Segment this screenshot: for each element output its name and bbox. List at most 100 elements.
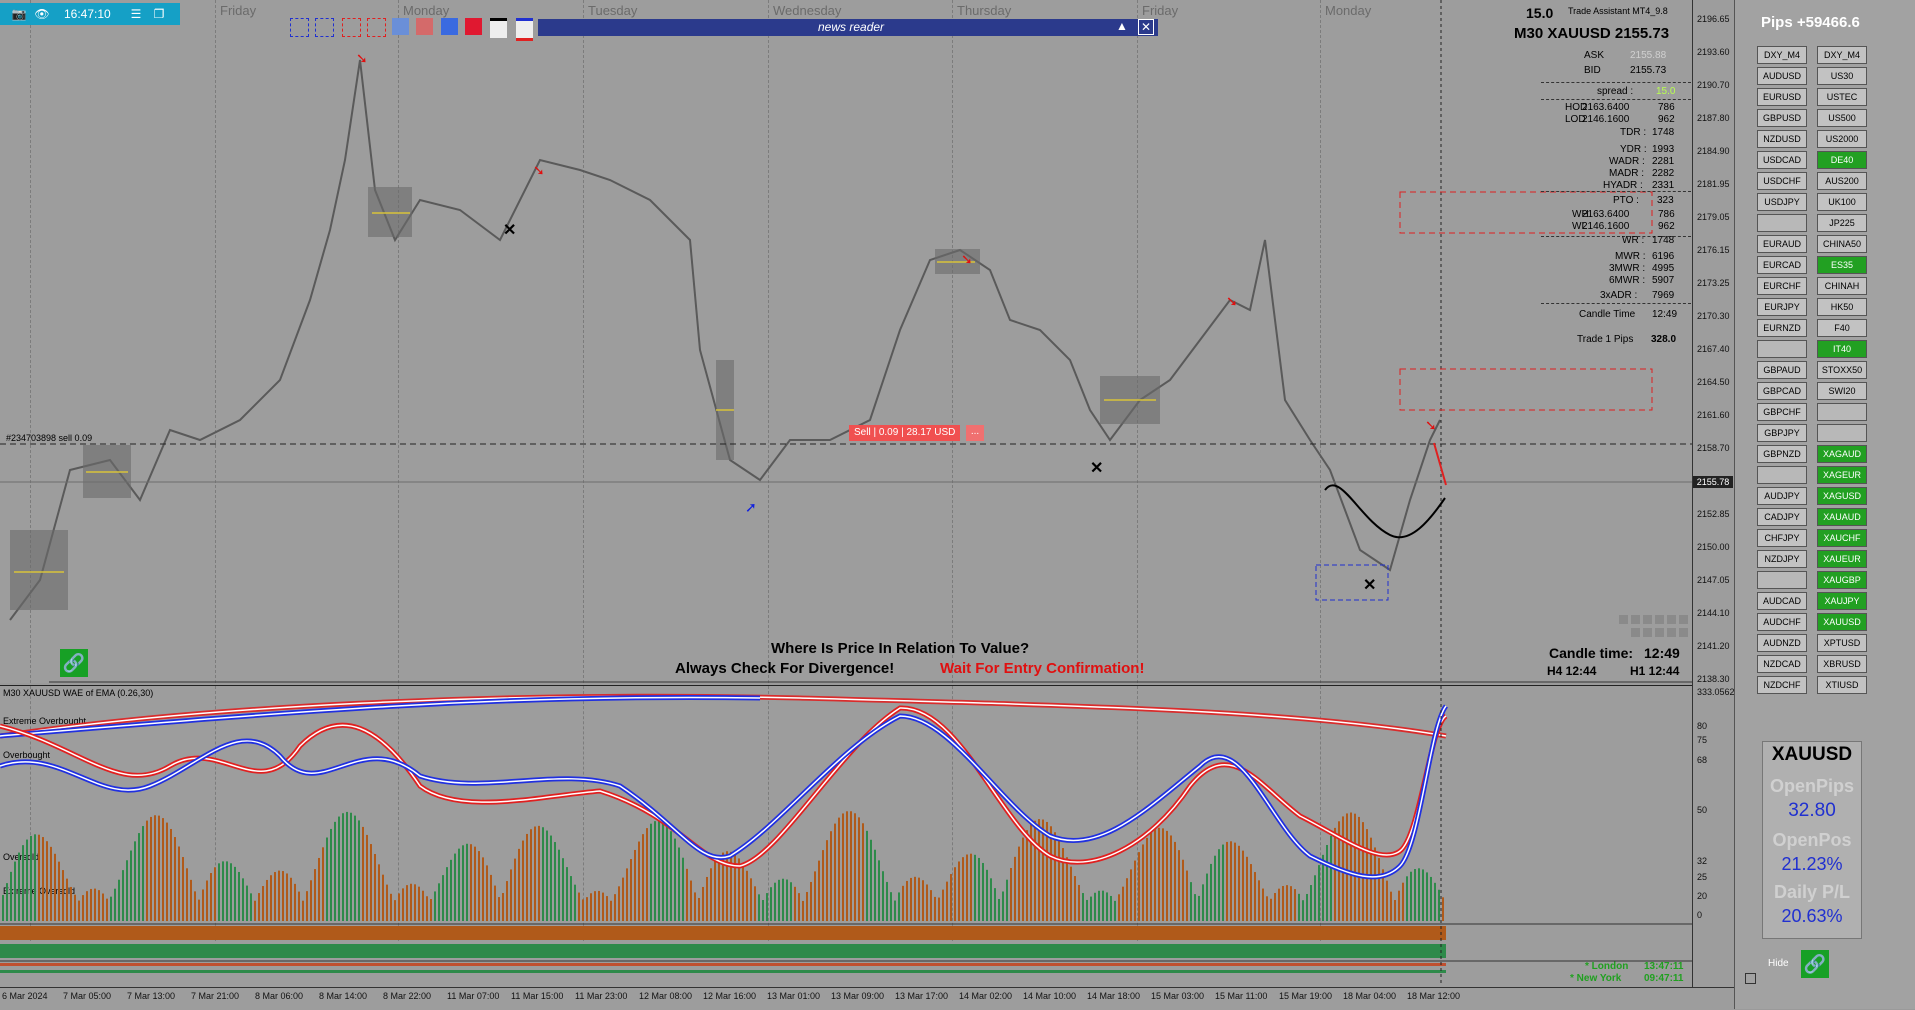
blue-solid-tool[interactable] xyxy=(441,18,458,35)
histogram-bar xyxy=(902,885,904,921)
histogram-bar xyxy=(534,826,536,921)
symbol-button[interactable]: SWI20 xyxy=(1817,382,1867,400)
symbol-button[interactable] xyxy=(1817,403,1867,421)
symbol-button[interactable]: NZDJPY xyxy=(1757,550,1807,568)
main-chart[interactable]: Friday Monday Tuesday Wednesday Thursday… xyxy=(0,0,1693,683)
symbol-button[interactable]: GBPUSD xyxy=(1757,109,1807,127)
symbol-button[interactable]: GBPCHF xyxy=(1757,403,1807,421)
order-tag[interactable]: Sell | 0.09 | 28.17 USD xyxy=(849,425,961,441)
symbol-button[interactable]: AUDJPY xyxy=(1757,487,1807,505)
symbol-button[interactable]: GBPJPY xyxy=(1757,424,1807,442)
time-label: 8 Mar 06:00 xyxy=(255,991,304,1001)
symbol-button[interactable]: CHINA50 xyxy=(1817,235,1867,253)
symbol-button[interactable]: AUS200 xyxy=(1817,172,1867,190)
symbol-button[interactable]: AUDUSD xyxy=(1757,67,1807,85)
histogram-bar xyxy=(674,838,676,921)
symbol-button[interactable]: UK100 xyxy=(1817,193,1867,211)
symbol-button[interactable]: XAUAUD xyxy=(1817,508,1867,526)
histogram-bar xyxy=(394,900,396,921)
symbol-button[interactable]: NZDCAD xyxy=(1757,655,1807,673)
symbol-button[interactable]: US2000 xyxy=(1817,130,1867,148)
news-reader-bar[interactable]: news reader ▲ ✕ xyxy=(538,19,1158,36)
symbol-button[interactable]: XAGUSD xyxy=(1817,487,1867,505)
symbol-button[interactable]: USDCAD xyxy=(1757,151,1807,169)
eye-icon[interactable]: 👁 xyxy=(33,6,51,22)
symbol-button[interactable]: AUDNZD xyxy=(1757,634,1807,652)
symbol-button[interactable]: XAUJPY xyxy=(1817,592,1867,610)
symbol-button[interactable]: XAUCHF xyxy=(1817,529,1867,547)
symbol-button[interactable]: EURUSD xyxy=(1757,88,1807,106)
symbol-button[interactable]: GBPAUD xyxy=(1757,361,1807,379)
histogram-bar xyxy=(1022,837,1024,921)
symbol-button[interactable]: XPTUSD xyxy=(1817,634,1867,652)
symbol-button[interactable]: XTIUSD xyxy=(1817,676,1867,694)
red-dash-box-tool[interactable] xyxy=(342,18,361,37)
link-icon[interactable]: 🔗 xyxy=(60,649,88,677)
window-icon[interactable]: ❐ xyxy=(150,6,168,22)
symbol-button[interactable] xyxy=(1817,424,1867,442)
symbol-button[interactable]: AUDCHF xyxy=(1757,613,1807,631)
symbol-button[interactable]: EURNZD xyxy=(1757,319,1807,337)
symbol-button[interactable]: NZDUSD xyxy=(1757,130,1807,148)
symbol-button[interactable]: ES35 xyxy=(1817,256,1867,274)
symbol-button[interactable]: GBPCAD xyxy=(1757,382,1807,400)
symbol-button[interactable]: DXY_M4 xyxy=(1817,46,1867,64)
symbol-button[interactable] xyxy=(1757,214,1807,232)
blue-dash-box-tool[interactable] xyxy=(315,18,334,37)
symbol-button[interactable]: GBPNZD xyxy=(1757,445,1807,463)
symbol-button[interactable]: AUDCAD xyxy=(1757,592,1807,610)
symbol-button[interactable]: CHINAH xyxy=(1817,277,1867,295)
symbol-button[interactable]: US30 xyxy=(1817,67,1867,85)
blue-dash-box-tool[interactable] xyxy=(290,18,309,37)
close-icon[interactable]: ✕ xyxy=(1138,19,1154,35)
histogram-bar xyxy=(378,864,380,921)
histogram-bar xyxy=(1234,842,1236,921)
symbol-button[interactable]: XAGAUD xyxy=(1817,445,1867,463)
symbol-button[interactable]: JP225 xyxy=(1817,214,1867,232)
symbol-button[interactable]: EURJPY xyxy=(1757,298,1807,316)
symbol-button[interactable]: EURAUD xyxy=(1757,235,1807,253)
symbol-button[interactable]: US500 xyxy=(1817,109,1867,127)
order-close-button[interactable]: ... xyxy=(966,425,984,441)
red-dash-box-tool[interactable] xyxy=(367,18,386,37)
line-tool[interactable] xyxy=(490,18,507,38)
symbol-button[interactable]: CADJPY xyxy=(1757,508,1807,526)
chevron-up-icon[interactable]: ▲ xyxy=(1116,19,1128,33)
symbol-button[interactable]: XBRUSD xyxy=(1817,655,1867,673)
link-icon[interactable]: 🔗 xyxy=(1801,950,1829,978)
red-solid-tool[interactable] xyxy=(465,18,482,35)
indicator-window[interactable]: M30 XAUUSD WAE of EMA (0.26,30) Extreme … xyxy=(0,685,1692,988)
symbol-button[interactable]: DE40 xyxy=(1817,151,1867,169)
symbol-button[interactable]: XAUUSD xyxy=(1817,613,1867,631)
symbol-button[interactable]: USTEC xyxy=(1817,88,1867,106)
symbol-button[interactable] xyxy=(1757,571,1807,589)
symbol-button[interactable]: EURCHF xyxy=(1757,277,1807,295)
symbol-button[interactable]: HK50 xyxy=(1817,298,1867,316)
symbol-button[interactable]: XAUEUR xyxy=(1817,550,1867,568)
checkbox[interactable] xyxy=(1745,973,1756,984)
symbol-button[interactable]: F40 xyxy=(1817,319,1867,337)
time-label: 13 Mar 17:00 xyxy=(895,991,949,1001)
blue-fill-tool[interactable] xyxy=(392,18,409,35)
symbol-button[interactable] xyxy=(1757,466,1807,484)
symbol-button[interactable]: EURCAD xyxy=(1757,256,1807,274)
symbol-button[interactable]: STOXX50 xyxy=(1817,361,1867,379)
red-fill-tool[interactable] xyxy=(416,18,433,35)
menu-icon[interactable]: ☰ xyxy=(127,6,145,22)
hide-button[interactable]: Hide xyxy=(1768,958,1789,969)
symbol-button[interactable]: NZDCHF xyxy=(1757,676,1807,694)
symbol-button[interactable]: USDJPY xyxy=(1757,193,1807,211)
symbol-button[interactable]: XAUGBP xyxy=(1817,571,1867,589)
two-line-tool[interactable] xyxy=(516,18,533,41)
symbol-button[interactable]: USDCHF xyxy=(1757,172,1807,190)
symbol-button[interactable]: IT40 xyxy=(1817,340,1867,358)
symbol-button[interactable]: CHFJPY xyxy=(1757,529,1807,547)
symbol-button[interactable]: XAGEUR xyxy=(1817,466,1867,484)
camera-icon[interactable]: 📷 xyxy=(10,6,28,22)
symbol-button[interactable]: DXY_M4 xyxy=(1757,46,1807,64)
histogram-bar xyxy=(226,861,228,921)
price-axis: 2196.65 2193.60 2190.70 2187.80 2184.90 2181.… xyxy=(1692,0,1735,987)
price-tick: 2187.80 xyxy=(1697,113,1730,123)
symbol-button[interactable] xyxy=(1757,340,1807,358)
mini-button-grid[interactable] xyxy=(1619,615,1689,639)
